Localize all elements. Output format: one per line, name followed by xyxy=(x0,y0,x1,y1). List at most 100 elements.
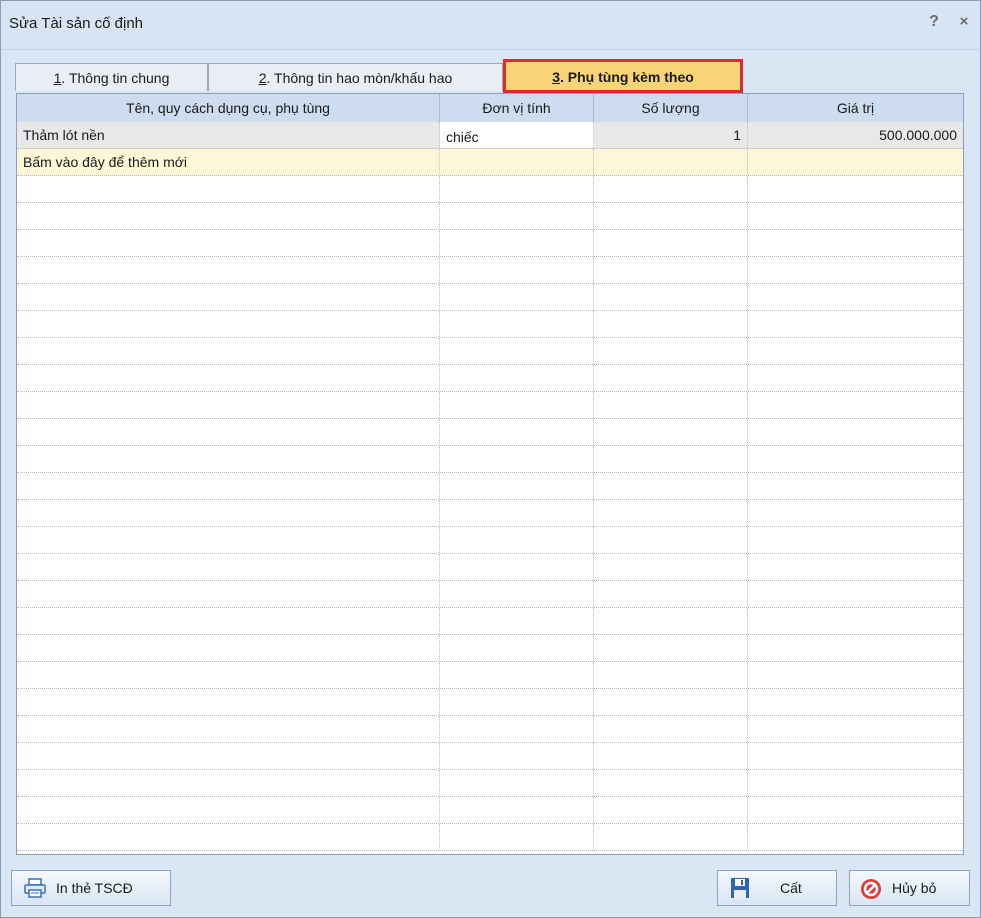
empty-cell xyxy=(748,743,963,769)
empty-cell xyxy=(594,257,748,283)
empty-cell xyxy=(17,257,440,283)
empty-cell xyxy=(440,608,594,634)
table-row[interactable]: Thảm lót nền chiếc 1 500.000.000 xyxy=(17,122,963,149)
empty-cell xyxy=(748,662,963,688)
empty-cell xyxy=(17,365,440,391)
empty-cell xyxy=(594,446,748,472)
empty-cell xyxy=(594,608,748,634)
grid-header: Tên, quy cách dụng cụ, phụ tùng Đơn vị t… xyxy=(17,94,963,123)
empty-cell xyxy=(748,500,963,526)
empty-cell xyxy=(594,689,748,715)
empty-row xyxy=(17,689,963,716)
column-header-unit[interactable]: Đơn vị tính xyxy=(440,94,594,122)
empty-cell xyxy=(440,311,594,337)
empty-cell xyxy=(17,743,440,769)
empty-cell xyxy=(748,797,963,823)
empty-cell xyxy=(440,230,594,256)
cancel-button-label: Hủy bỏ xyxy=(892,880,937,896)
empty-cell xyxy=(17,392,440,418)
empty-cell xyxy=(440,338,594,364)
column-header-quantity[interactable]: Số lượng xyxy=(594,94,748,122)
empty-cell xyxy=(594,743,748,769)
empty-cell xyxy=(17,797,440,823)
empty-cell xyxy=(17,284,440,310)
print-fixed-asset-card-button[interactable]: In thẻ TSCĐ xyxy=(11,870,171,906)
empty-cell xyxy=(440,581,594,607)
empty-cell xyxy=(594,824,748,850)
cell-unit[interactable]: chiếc xyxy=(440,122,594,148)
empty-cell xyxy=(440,770,594,796)
empty-cell xyxy=(440,797,594,823)
floppy-disk-icon xyxy=(731,878,749,898)
cell-quantity[interactable]: 1 xyxy=(594,122,748,148)
empty-cell xyxy=(440,824,594,850)
empty-row xyxy=(17,716,963,743)
empty-cell xyxy=(594,473,748,499)
empty-cell xyxy=(594,662,748,688)
empty-cell xyxy=(17,230,440,256)
empty-cell xyxy=(748,338,963,364)
empty-cell xyxy=(748,419,963,445)
empty-cell xyxy=(17,311,440,337)
empty-cell xyxy=(440,446,594,472)
tab-accessories[interactable]: 3. Phụ tùng kèm theo xyxy=(503,59,743,93)
empty-row xyxy=(17,554,963,581)
empty-cell xyxy=(594,635,748,661)
empty-cell xyxy=(440,176,594,202)
empty-cell xyxy=(17,203,440,229)
empty-cell xyxy=(17,419,440,445)
save-button-label: Cất xyxy=(780,880,802,896)
save-button[interactable]: Cất xyxy=(717,870,837,906)
empty-cell xyxy=(594,716,748,742)
empty-cell xyxy=(440,689,594,715)
empty-row xyxy=(17,608,963,635)
empty-cell xyxy=(440,743,594,769)
printer-icon xyxy=(24,878,46,898)
empty-cell xyxy=(594,392,748,418)
empty-cell xyxy=(440,392,594,418)
cell-name[interactable]: Thảm lót nền xyxy=(17,122,440,148)
empty-cell xyxy=(17,473,440,499)
empty-cell xyxy=(748,392,963,418)
add-new-row-label[interactable]: Bấm vào đây để thêm mới xyxy=(17,149,440,175)
empty-row xyxy=(17,203,963,230)
empty-row xyxy=(17,392,963,419)
empty-cell xyxy=(748,824,963,850)
column-header-value[interactable]: Giá trị xyxy=(748,94,963,122)
empty-cell xyxy=(748,554,963,580)
empty-cell xyxy=(748,581,963,607)
empty-cell xyxy=(440,473,594,499)
empty-cell xyxy=(440,419,594,445)
column-header-name[interactable]: Tên, quy cách dụng cụ, phụ tùng xyxy=(17,94,440,122)
empty-cell xyxy=(440,716,594,742)
empty-cell xyxy=(17,689,440,715)
cell-value[interactable]: 500.000.000 xyxy=(748,122,963,148)
empty-row xyxy=(17,419,963,446)
empty-cell xyxy=(440,500,594,526)
add-new-row[interactable]: Bấm vào đây để thêm mới xyxy=(17,149,963,176)
help-button[interactable]: ? xyxy=(923,11,945,33)
empty-row xyxy=(17,284,963,311)
tab-general-info[interactable]: 1. Thông tin chung xyxy=(15,63,208,91)
empty-cell xyxy=(17,500,440,526)
empty-cell xyxy=(17,338,440,364)
empty-cell xyxy=(440,257,594,283)
empty-row xyxy=(17,824,963,851)
empty-cell xyxy=(440,365,594,391)
empty-cell xyxy=(594,527,748,553)
empty-cell xyxy=(440,662,594,688)
empty-cell xyxy=(17,608,440,634)
cancel-button[interactable]: Hủy bỏ xyxy=(849,870,970,906)
accessories-grid: Tên, quy cách dụng cụ, phụ tùng Đơn vị t… xyxy=(16,93,964,855)
empty-cell xyxy=(17,176,440,202)
tab-depreciation-info[interactable]: 2. Thông tin hao mòn/khấu hao xyxy=(208,63,503,91)
empty-cell xyxy=(594,149,748,175)
empty-cell xyxy=(748,716,963,742)
empty-cell xyxy=(748,608,963,634)
empty-cell xyxy=(748,176,963,202)
edit-fixed-asset-dialog: Sửa Tài sản cố định ? × 1. Thông tin chu… xyxy=(0,0,981,918)
close-button[interactable]: × xyxy=(953,11,975,33)
empty-cell xyxy=(748,284,963,310)
empty-cell xyxy=(440,527,594,553)
empty-row xyxy=(17,338,963,365)
